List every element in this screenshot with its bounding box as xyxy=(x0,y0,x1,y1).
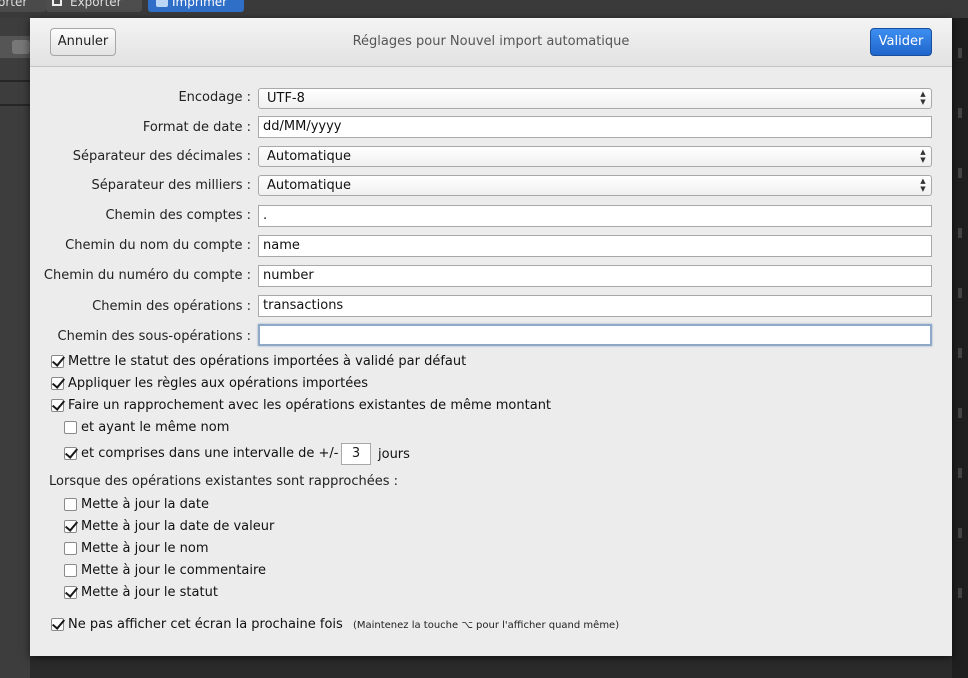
reconciled-section-label: Lorsque des opérations existantes sont r… xyxy=(49,474,399,489)
update-date-checkbox[interactable] xyxy=(64,498,77,511)
suboperations-path-field[interactable] xyxy=(258,324,932,346)
apply-rules-label: Appliquer les règles aux opérations impo… xyxy=(68,376,368,391)
background-marker xyxy=(958,288,962,298)
select-arrows-icon: ▲ ▼ xyxy=(920,148,926,164)
same-name-label: et ayant le même nom xyxy=(81,420,230,435)
import-settings-sheet: Annuler Réglages pour Nouvel import auto… xyxy=(30,18,952,656)
printer-icon xyxy=(156,0,168,7)
same-name-checkbox[interactable] xyxy=(64,421,77,434)
interval-checkbox[interactable] xyxy=(64,447,77,460)
account-number-path-field[interactable]: number xyxy=(258,265,932,287)
account-number-path-label: Chemin du numéro du compte : xyxy=(43,268,251,283)
update-date-label: Mette à jour la date xyxy=(81,497,209,512)
update-status-label: Mette à jour le statut xyxy=(81,585,218,600)
account-name-path-field[interactable]: name xyxy=(258,235,932,257)
background-marker xyxy=(958,108,962,118)
interval-label: et comprises dans une intervalle de +/- xyxy=(81,446,339,461)
select-arrows-icon: ▲ ▼ xyxy=(920,90,926,106)
thousands-separator-select[interactable]: Automatique ▲ ▼ xyxy=(258,175,932,196)
divider xyxy=(0,80,30,82)
apply-rules-checkbox[interactable] xyxy=(51,377,64,390)
background-marker xyxy=(958,528,962,538)
accounts-path-field[interactable]: . xyxy=(258,205,932,227)
thousands-separator-value: Automatique xyxy=(267,178,352,193)
encoding-value: UTF-8 xyxy=(267,91,305,106)
update-comment-checkbox[interactable] xyxy=(64,564,77,577)
decimal-separator-select[interactable]: Automatique ▲ ▼ xyxy=(258,146,932,167)
decimal-separator-label: Séparateur des décimales : xyxy=(72,149,251,164)
reconcile-checkbox[interactable] xyxy=(51,399,64,412)
operations-path-field[interactable]: transactions xyxy=(258,295,932,317)
background-import-button: orter xyxy=(0,0,46,12)
background-marker xyxy=(958,168,962,178)
export-label: Exporter xyxy=(70,0,122,9)
sheet-header: Annuler Réglages pour Nouvel import auto… xyxy=(30,18,952,67)
update-name-checkbox[interactable] xyxy=(64,542,77,555)
print-label: Imprimer xyxy=(172,0,228,9)
background-toolbar: orter Exporter Imprimer xyxy=(0,0,968,18)
set-validated-checkbox[interactable] xyxy=(51,355,64,368)
suboperations-path-label: Chemin des sous-opérations : xyxy=(57,329,252,344)
background-marker xyxy=(958,408,962,418)
cancel-button[interactable]: Annuler xyxy=(50,28,116,56)
background-marker xyxy=(958,228,962,238)
operations-path-label: Chemin des opérations : xyxy=(92,299,251,314)
decimal-separator-value: Automatique xyxy=(267,149,352,164)
validate-button[interactable]: Valider xyxy=(870,28,932,56)
background-marker xyxy=(958,468,962,478)
background-right-scroll xyxy=(952,18,968,678)
encoding-select[interactable]: UTF-8 ▲ ▼ xyxy=(258,88,932,109)
dont-show-again-label: Ne pas afficher cet écran la prochaine f… xyxy=(68,617,343,632)
interval-days-field[interactable]: 3 xyxy=(341,443,371,465)
dont-show-again-checkbox[interactable] xyxy=(51,618,64,631)
update-value-date-label: Mette à jour la date de valeur xyxy=(81,519,275,534)
background-print-button: Imprimer xyxy=(148,0,244,12)
set-validated-label: Mettre le statut des opérations importée… xyxy=(68,354,467,369)
background-marker xyxy=(958,348,962,358)
update-status-checkbox[interactable] xyxy=(64,586,77,599)
reconcile-label: Faire un rapprochement avec les opératio… xyxy=(68,398,552,413)
encoding-label: Encodage : xyxy=(178,90,251,105)
account-name-path-label: Chemin du nom du compte : xyxy=(65,238,251,253)
update-comment-label: Mette à jour le commentaire xyxy=(81,563,267,578)
background-export-button: Exporter xyxy=(46,0,142,12)
accounts-path-label: Chemin des comptes : xyxy=(105,208,251,223)
date-format-label: Format de date : xyxy=(142,120,251,135)
select-arrows-icon: ▲ ▼ xyxy=(920,177,926,193)
background-marker xyxy=(958,48,962,58)
dont-show-again-row: Ne pas afficher cet écran la prochaine f… xyxy=(68,617,619,632)
background-tag xyxy=(12,40,30,54)
update-name-label: Mette à jour le nom xyxy=(81,541,209,556)
interval-days-suffix: jours xyxy=(378,447,410,462)
background-bottom xyxy=(30,656,952,678)
date-format-field[interactable]: dd/MM/yyyy xyxy=(258,116,932,138)
background-left-panel xyxy=(0,18,30,678)
divider xyxy=(0,104,30,106)
update-value-date-checkbox[interactable] xyxy=(64,520,77,533)
background-marker xyxy=(958,588,962,598)
thousands-separator-label: Séparateur des milliers : xyxy=(91,178,252,193)
export-icon xyxy=(52,0,62,6)
sheet-title: Réglages pour Nouvel import automatique xyxy=(352,34,630,49)
dont-show-again-hint: (Maintenez la touche ⌥ pour l'afficher q… xyxy=(352,620,620,631)
